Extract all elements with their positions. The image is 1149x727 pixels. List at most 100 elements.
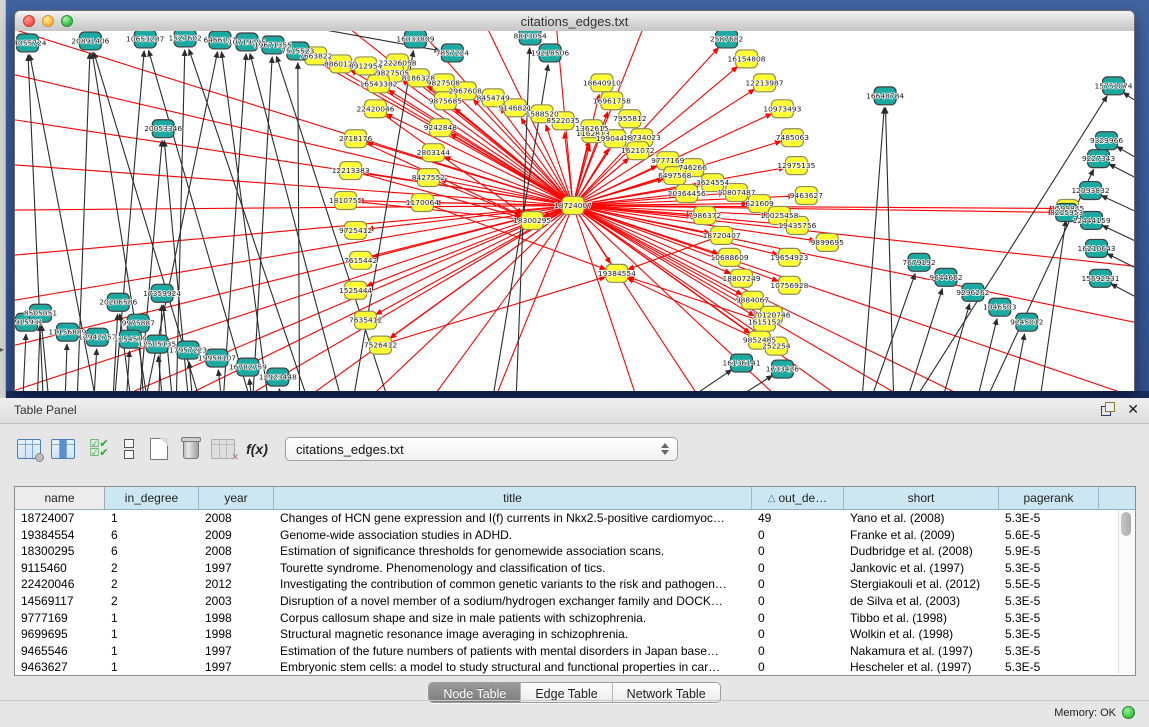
citation-graph[interactable]: 1872400776638228860128891295422226058982… [15, 31, 1134, 391]
graph-edge[interactable] [885, 108, 895, 391]
table-vertical-scrollbar[interactable] [1118, 510, 1134, 674]
network-window-titlebar[interactable]: citations_edges.txt [15, 11, 1134, 32]
graph-edge[interactable] [1109, 164, 1134, 196]
table-cell[interactable]: 2009 [199, 527, 274, 544]
graph-edge[interactable] [1123, 93, 1134, 126]
table-cell[interactable]: 14569117 [15, 593, 105, 610]
graph-edge[interactable] [35, 325, 40, 391]
table-cell[interactable]: Stergiakouli et al. (2012) [844, 576, 999, 593]
graph-edge[interactable] [573, 206, 1134, 331]
table-cell[interactable]: 1 [105, 659, 199, 676]
graph-edge[interactable] [15, 161, 573, 206]
graph-edge[interactable] [250, 54, 355, 391]
graph-edge[interactable] [614, 370, 732, 391]
column-header-out_de[interactable]: △out_de… [752, 487, 844, 509]
table-cell[interactable]: 0 [752, 643, 844, 660]
table-cell[interactable]: 9699695 [15, 626, 105, 643]
table-cell[interactable]: Tibbo et al. (1998) [844, 610, 999, 627]
table-cell[interactable]: 0 [752, 576, 844, 593]
graph-edge[interactable] [15, 206, 573, 211]
graph-edge[interactable] [395, 206, 574, 391]
import-table-icon[interactable]: ✕ [208, 434, 238, 464]
table-cell[interactable]: Jankovic et al. (1997) [844, 560, 999, 577]
graph-edge[interactable] [279, 389, 287, 391]
table-cell[interactable]: Structural magnetic resonance image aver… [274, 626, 752, 643]
graph-edge[interactable] [218, 370, 227, 391]
graph-edge[interactable] [883, 96, 1107, 391]
graph-edge[interactable] [372, 206, 573, 258]
graph-edge[interactable] [367, 142, 573, 205]
table-cell[interactable]: 9463627 [15, 659, 105, 676]
graph-edge[interactable] [965, 319, 997, 391]
select-columns-icon[interactable]: ☑✔☑✔ [84, 434, 114, 464]
table-row[interactable]: 1938455462009Genome-wide association stu… [15, 527, 1135, 544]
table-cell[interactable]: 6 [105, 543, 199, 560]
table-cell[interactable]: Nakamura et al. (1997) [844, 643, 999, 660]
table-cell[interactable]: de Silva et al. (2003) [844, 593, 999, 610]
table-cell[interactable]: Tourette syndrome. Phenomenology and cla… [274, 560, 752, 577]
table-cell[interactable]: 1 [105, 626, 199, 643]
table-row[interactable]: 946554611997Estimation of the future num… [15, 643, 1135, 660]
table-cell[interactable]: 2 [105, 576, 199, 593]
table-row[interactable]: 2242004622012Investigating the contribut… [15, 576, 1135, 593]
table-cell[interactable]: 18724007 [15, 510, 105, 527]
table-cell[interactable]: 5.3E-5 [999, 643, 1099, 660]
graph-edge[interactable] [573, 140, 589, 205]
graph-edge[interactable] [928, 304, 970, 391]
table-cell[interactable]: 2 [105, 560, 199, 577]
graph-edge[interactable] [1033, 220, 1066, 391]
table-cell[interactable]: 2012 [199, 576, 274, 593]
table-cell[interactable]: Wolkin et al. (1998) [844, 626, 999, 643]
graph-edge[interactable] [858, 108, 884, 391]
table-cell[interactable]: Embryonic stem cells: a model to study s… [274, 659, 752, 676]
graph-edge[interactable] [1117, 147, 1134, 179]
table-cell[interactable]: 5.6E-5 [999, 527, 1099, 544]
table-cell[interactable]: 5.5E-5 [999, 576, 1099, 593]
table-row[interactable]: 977716911998Corpus callosum shape and si… [15, 610, 1135, 627]
table-cell[interactable]: 2003 [199, 593, 274, 610]
table-cell[interactable]: Corpus callosum shape and size in male p… [274, 610, 752, 627]
table-cell[interactable]: 1998 [199, 626, 274, 643]
table-cell[interactable]: 9115460 [15, 560, 105, 577]
table-cell[interactable]: 5.9E-5 [999, 543, 1099, 560]
table-cell[interactable]: 0 [752, 626, 844, 643]
scrollbar-thumb[interactable] [1121, 512, 1131, 536]
function-builder-button[interactable]: f(x) [242, 434, 272, 464]
table-cell[interactable]: 49 [752, 510, 844, 527]
table-cell[interactable]: Estimation of the future numbers of pati… [274, 643, 752, 660]
table-cell[interactable]: 0 [752, 527, 844, 544]
table-cell[interactable]: 1 [105, 643, 199, 660]
table-cell[interactable]: Disruption of a novel member of a sodium… [274, 593, 752, 610]
show-column-icon[interactable] [48, 434, 78, 464]
table-cell[interactable]: 1998 [199, 610, 274, 627]
table-cell[interactable]: 5.3E-5 [999, 610, 1099, 627]
table-cell[interactable]: 2 [105, 593, 199, 610]
table-row[interactable]: 911546021997Tourette syndrome. Phenomeno… [15, 560, 1135, 577]
graph-edge[interactable] [63, 344, 67, 391]
network-window[interactable]: citations_edges.txt 18724007766382288601… [14, 10, 1135, 391]
graph-edge[interactable] [91, 349, 96, 391]
table-cell[interactable]: 1997 [199, 643, 274, 660]
network-canvas[interactable]: 1872400776638228860128891295422226058982… [15, 31, 1134, 391]
table-cell[interactable]: Dudbridge et al. (2008) [844, 543, 999, 560]
table-cell[interactable]: 0 [752, 593, 844, 610]
graph-edge[interactable] [564, 133, 573, 206]
table-select-dropdown[interactable]: citations_edges.txt [285, 437, 678, 461]
table-cell[interactable]: 2008 [199, 510, 274, 527]
panel-collapse-icon[interactable]: ▸ [0, 345, 4, 354]
graph-edge[interactable] [362, 172, 573, 205]
table-cell[interactable]: Genome-wide association studies in ADHD. [274, 527, 752, 544]
table-cell[interactable]: 1 [105, 610, 199, 627]
table-cell[interactable]: 22420046 [15, 576, 105, 593]
column-header-year[interactable]: year [199, 487, 274, 509]
memory-status-indicator[interactable] [1122, 706, 1135, 719]
table-cell[interactable]: 5.3E-5 [999, 510, 1099, 527]
table-cell[interactable]: 19384554 [15, 527, 105, 544]
table-cell[interactable]: 18300295 [15, 543, 105, 560]
table-cell[interactable]: Investigating the contribution of common… [274, 576, 752, 593]
node-attribute-table[interactable]: namein_degreeyeartitle△out_de…shortpager… [14, 486, 1136, 676]
table-cell[interactable]: 5.3E-5 [999, 593, 1099, 610]
table-cell[interactable]: 0 [752, 560, 844, 577]
column-header-title[interactable]: title [274, 487, 752, 509]
table-row[interactable]: 946362711997Embryonic stem cells: a mode… [15, 659, 1135, 676]
